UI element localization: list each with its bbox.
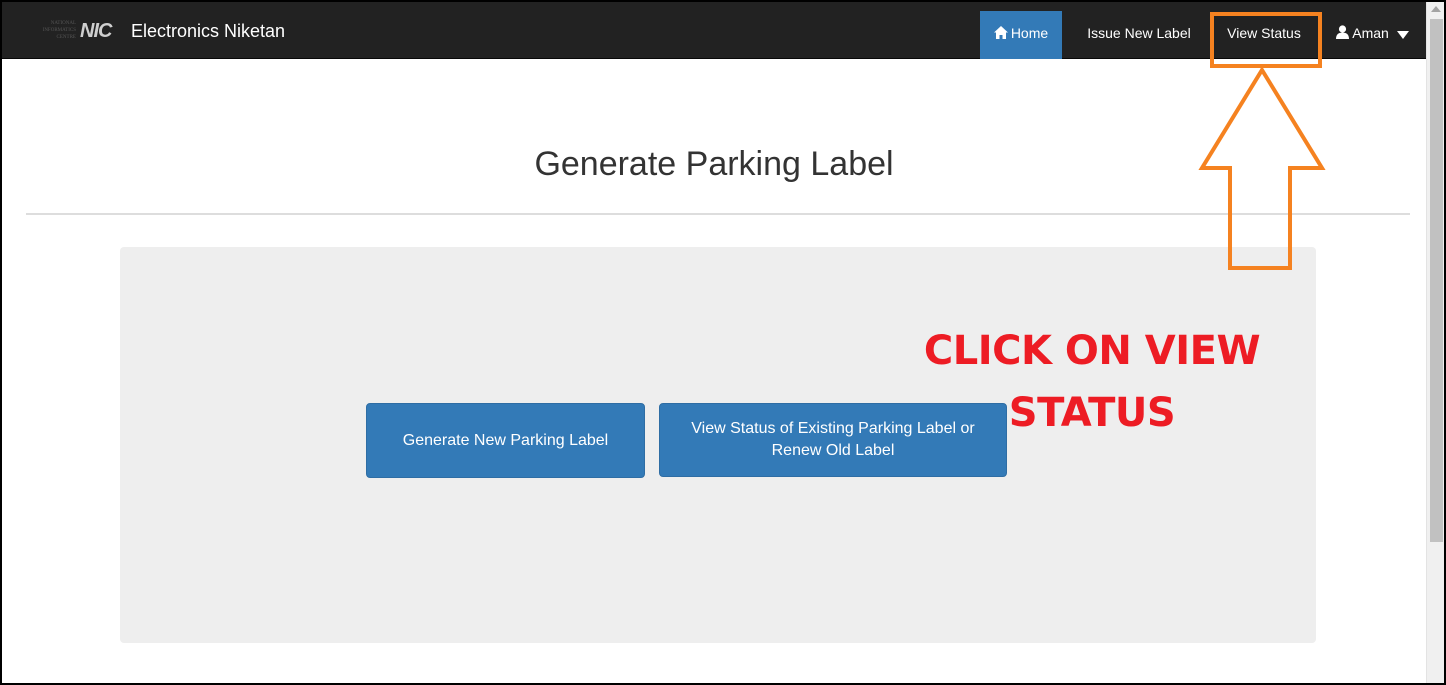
scroll-up-arrow-icon[interactable] <box>1431 6 1441 12</box>
home-icon <box>993 12 1008 56</box>
nic-logo[interactable]: NATIONAL INFORMATICS CENTRE NIC <box>28 20 116 42</box>
user-menu-dropdown[interactable]: Aman <box>1328 11 1420 59</box>
caret-down-icon <box>1396 12 1409 56</box>
brand-title[interactable]: Electronics Niketan <box>131 20 285 42</box>
user-icon <box>1336 12 1350 56</box>
nav-issue-new-label[interactable]: Issue New Label <box>1074 11 1204 59</box>
generate-new-label-button[interactable]: Generate New Parking Label <box>366 403 645 478</box>
browser-viewport: NATIONAL INFORMATICS CENTRE NIC Electron… <box>0 0 1446 685</box>
logo-small-text: NATIONAL INFORMATICS CENTRE <box>42 21 76 40</box>
vertical-scrollbar[interactable] <box>1426 2 1444 683</box>
user-name: Aman <box>1352 25 1389 41</box>
nav-home[interactable]: Home <box>980 11 1062 59</box>
nav-home-label: Home <box>1010 25 1049 41</box>
nav-issue-label: Issue New Label <box>1087 25 1191 41</box>
logo-nic-text: NIC <box>80 20 112 42</box>
up-arrow-outline-icon <box>1198 66 1326 270</box>
view-status-highlight-box <box>1210 12 1322 68</box>
scroll-thumb[interactable] <box>1430 19 1443 542</box>
annotation-callout-text: CLICK ON VIEW STATUS <box>923 328 1261 436</box>
